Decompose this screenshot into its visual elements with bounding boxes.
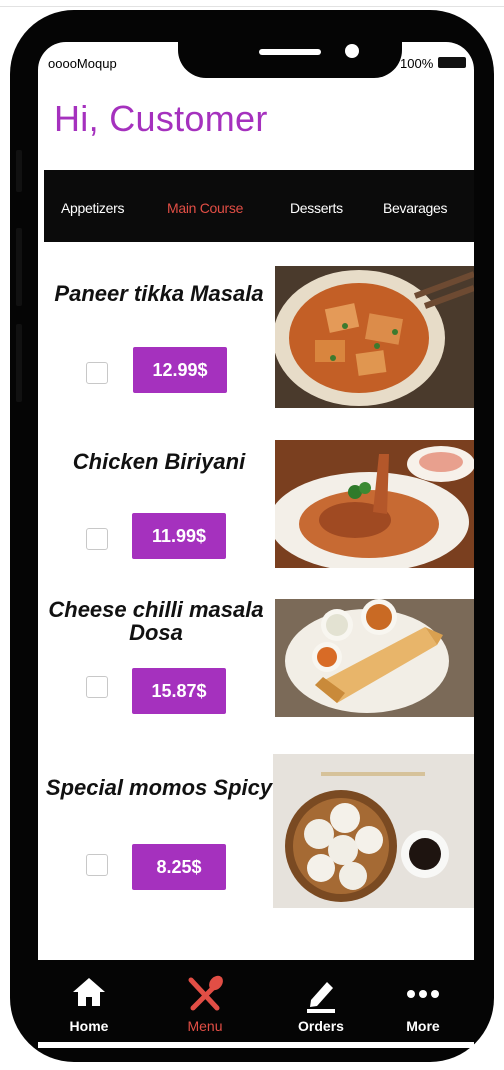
bottom-nav: Home Menu Orders More bbox=[38, 960, 474, 1042]
mute-switch bbox=[16, 150, 22, 192]
menu-item-name: Cheese chilli masala Dosa bbox=[48, 597, 264, 645]
price-button[interactable]: 11.99$ bbox=[132, 513, 226, 559]
nav-home[interactable]: Home bbox=[44, 960, 134, 1042]
volume-up-button bbox=[16, 228, 22, 306]
nav-more-label: More bbox=[406, 1018, 440, 1034]
menu-item-checkbox[interactable] bbox=[86, 528, 108, 550]
paneer-tikka-photo bbox=[275, 266, 474, 408]
tab-bevarages[interactable]: Bevarages bbox=[383, 200, 448, 216]
greeting-title: Hi, Customer bbox=[54, 98, 268, 139]
price-button[interactable]: 12.99$ bbox=[133, 347, 227, 393]
nav-orders[interactable]: Orders bbox=[276, 960, 366, 1042]
menu-item-name: Paneer tikka Masala bbox=[54, 281, 264, 306]
battery-label: 100% bbox=[400, 56, 434, 71]
nav-menu-label: Menu bbox=[187, 1018, 223, 1034]
price-button[interactable]: 8.25$ bbox=[132, 844, 226, 890]
menu-item-checkbox[interactable] bbox=[86, 676, 108, 698]
tab-appetizers[interactable]: Appetizers bbox=[61, 200, 124, 216]
price-button[interactable]: 15.87$ bbox=[132, 668, 226, 714]
category-tabs: Appetizers Main Course Desserts Bevarage… bbox=[44, 170, 474, 242]
fork-spoon-icon bbox=[160, 974, 250, 1014]
speaker-icon bbox=[259, 49, 321, 55]
chicken-biriyani-photo bbox=[275, 440, 474, 568]
menu-item-name: Special momos Spicy bbox=[45, 775, 273, 800]
menu-item-checkbox[interactable] bbox=[86, 854, 108, 876]
menu-item-name: Chicken Biriyani bbox=[72, 449, 246, 474]
more-dots-icon bbox=[378, 974, 468, 1014]
tab-main-course[interactable]: Main Course bbox=[167, 200, 243, 216]
nav-orders-label: Orders bbox=[298, 1018, 344, 1034]
masala-dosa-photo bbox=[275, 599, 474, 717]
camera-icon bbox=[345, 44, 359, 58]
nav-more[interactable]: More bbox=[378, 960, 468, 1042]
nav-menu[interactable]: Menu bbox=[160, 960, 250, 1042]
home-icon bbox=[44, 974, 134, 1014]
notch bbox=[178, 42, 402, 78]
battery-icon bbox=[438, 57, 466, 68]
carrier-label: ooooMoqup bbox=[48, 56, 117, 71]
menu-item-checkbox[interactable] bbox=[86, 362, 108, 384]
volume-down-button bbox=[16, 324, 22, 402]
top-divider bbox=[0, 6, 504, 7]
app-screen: ooooMoqup 100% Hi, Customer Appetizers M… bbox=[38, 42, 474, 1048]
nav-home-label: Home bbox=[69, 1018, 109, 1034]
tab-desserts[interactable]: Desserts bbox=[290, 200, 343, 216]
momos-photo bbox=[273, 754, 474, 908]
pencil-icon bbox=[276, 974, 366, 1014]
